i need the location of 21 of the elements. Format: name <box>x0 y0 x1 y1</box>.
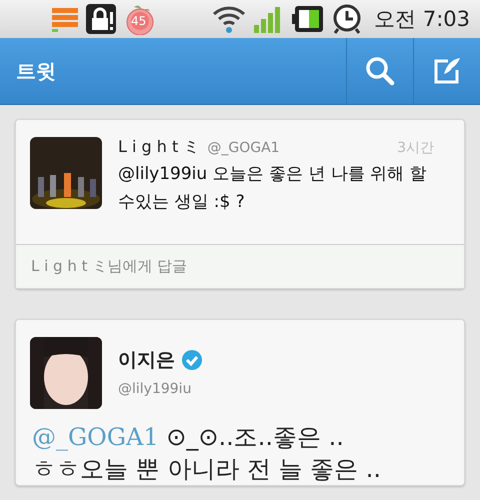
user-handle: @_GOGA1 <box>207 140 280 156</box>
compose-icon <box>432 56 462 86</box>
search-icon <box>365 56 395 86</box>
lock-icon <box>86 4 116 34</box>
tweet-text: ㅎㅎ오늘 뿐 아니라 전 늘 좋은 .. <box>32 455 382 483</box>
notification-count: 45 <box>131 14 146 28</box>
wifi-icon <box>212 4 246 34</box>
screen-title: 트윗 <box>15 58 57 84</box>
notification-icon <box>52 6 78 32</box>
tweet-text: ⊙_⊙..조..좋은 .. <box>166 423 344 451</box>
peach-icon <box>124 3 156 35</box>
tweet-text: @lily199iu 오늘은 좋은 년 나를 위해 할 수있는 생일 :$ ? <box>118 163 428 214</box>
battery-icon <box>292 5 324 33</box>
tweet-time: 3시간 <box>397 139 434 157</box>
alarm-clock-icon <box>332 4 362 34</box>
user-name: 이지은 <box>118 348 175 373</box>
user-handle: @lily199iu <box>118 381 192 397</box>
clock-time: 오전 7:03 <box>374 6 470 33</box>
mention-link[interactable]: @_GOGA1 <box>32 423 159 451</box>
user-name: L i g h t ミ <box>118 137 200 158</box>
reply-field[interactable]: L i g h t ミ님에게 답글 <box>16 245 464 288</box>
